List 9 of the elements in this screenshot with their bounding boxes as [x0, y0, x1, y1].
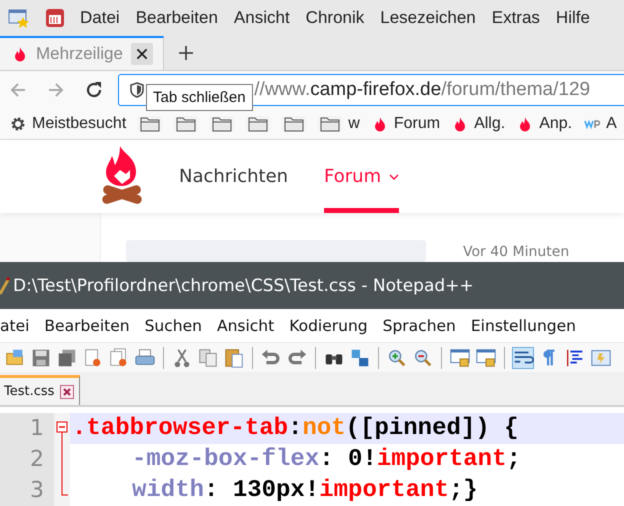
line-number: 1	[0, 413, 54, 444]
window-title: D:\Test\Profilordner\chrome\CSS\Test.css - Notepad++	[13, 276, 474, 296]
tooltip: Tab schließen	[146, 84, 253, 111]
line-number: 3	[0, 475, 54, 506]
tab-title: Mehrzeilige	[36, 44, 123, 64]
code-line: width: 130px!important;}	[131, 476, 479, 506]
timestamp: Vor 40 Minuten	[463, 244, 570, 260]
line-number: 2	[0, 444, 54, 475]
code-line: -moz-box-flex: 0!important;	[131, 445, 522, 475]
